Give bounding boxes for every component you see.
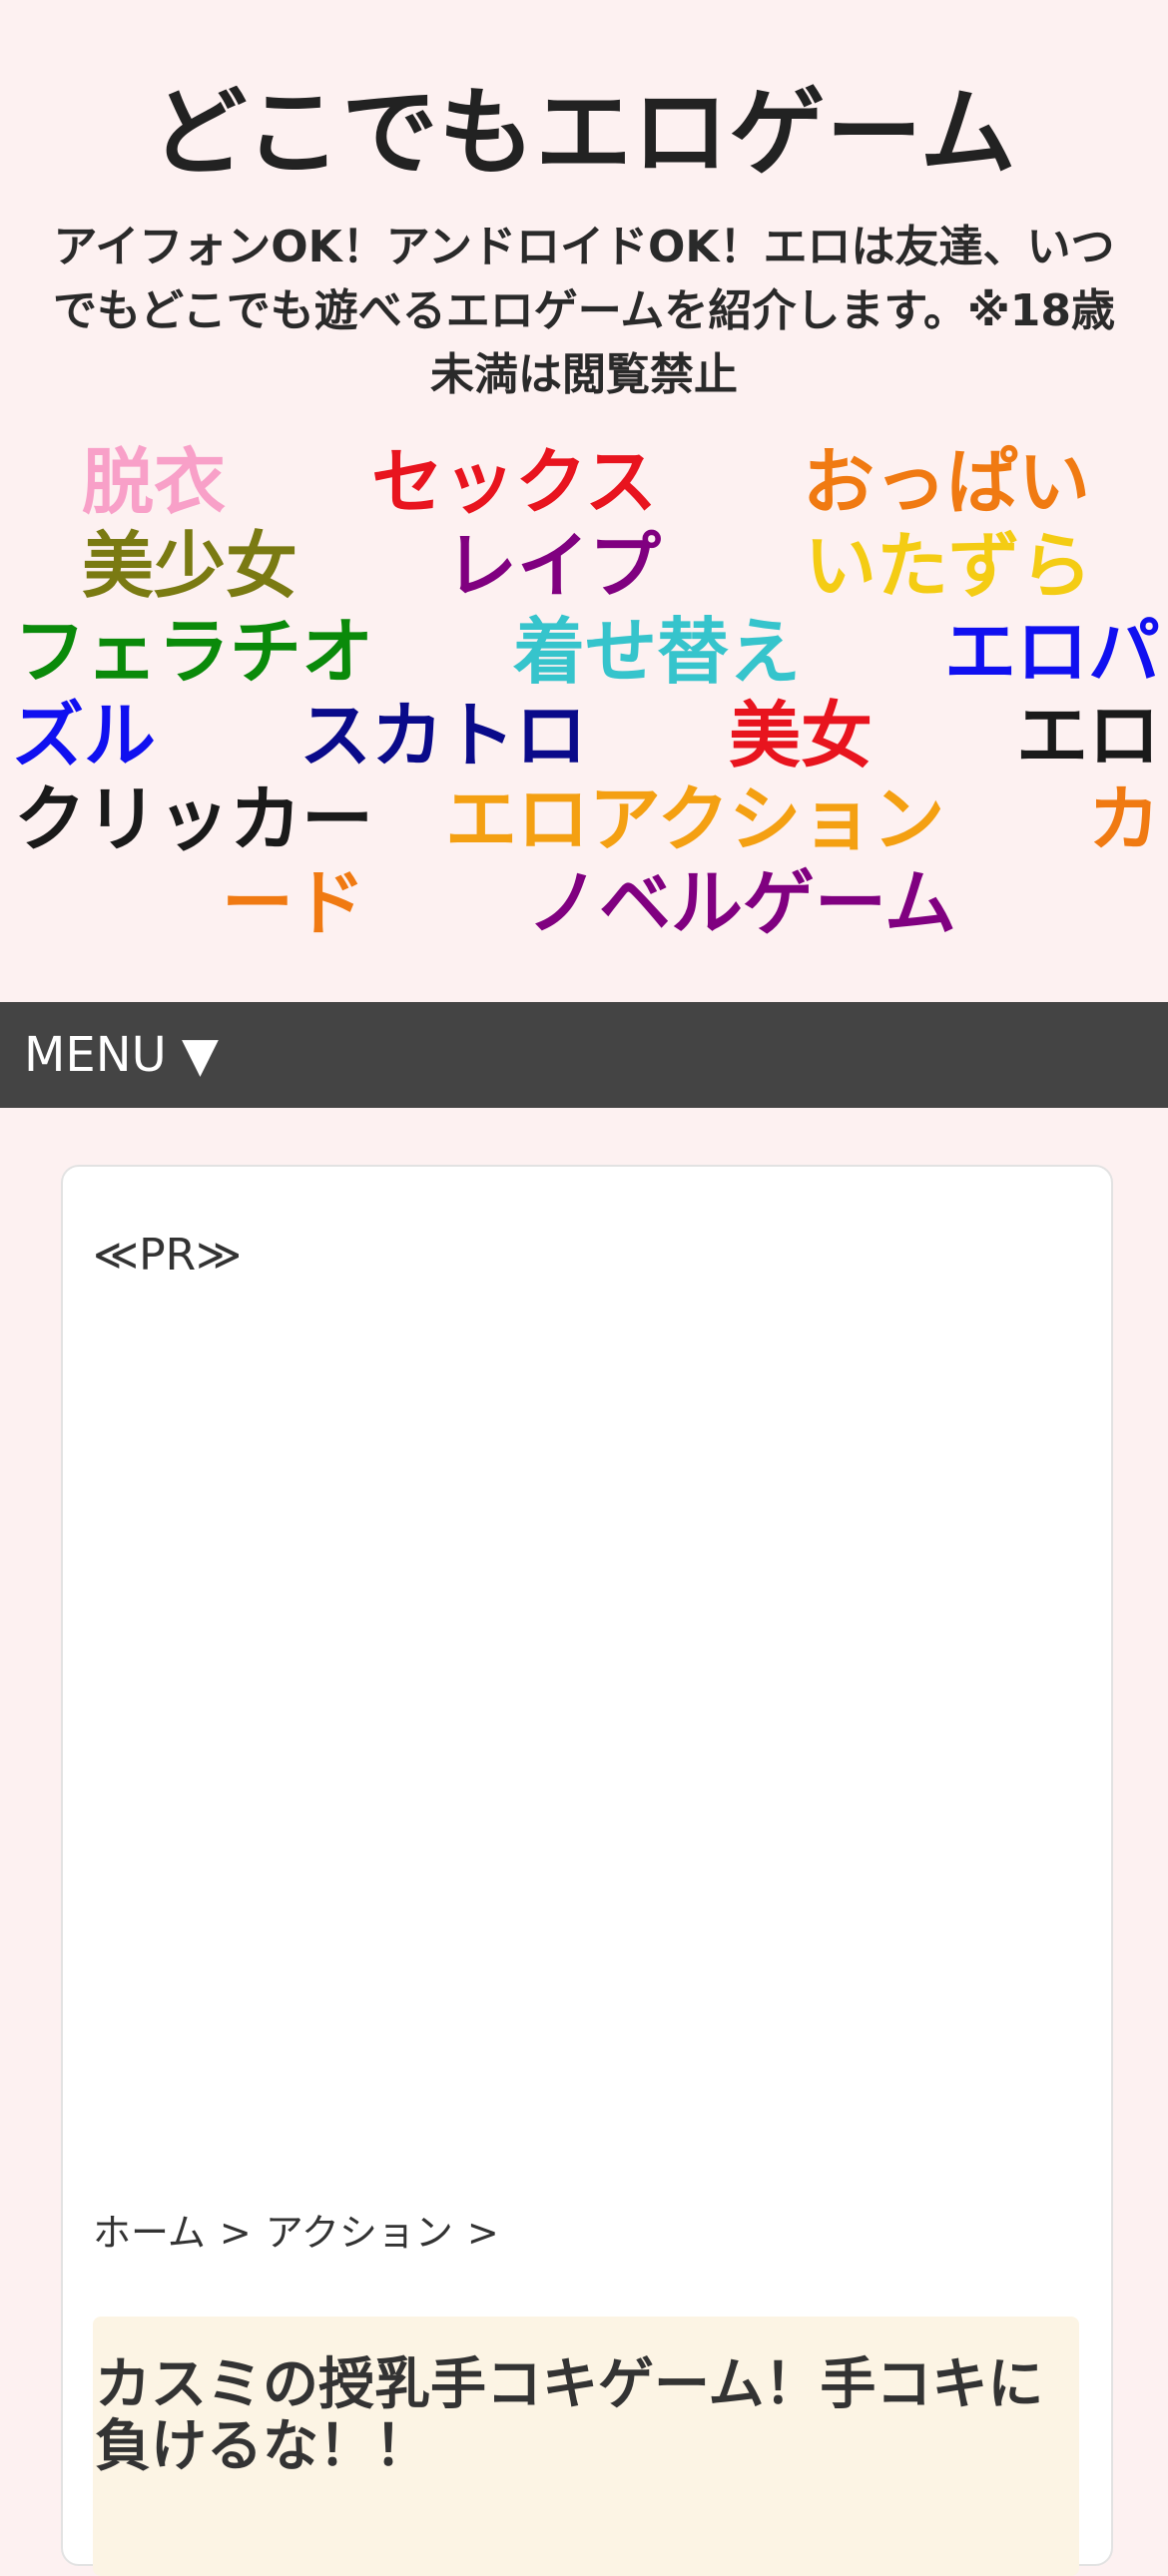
- article-card: ≪PR≫ ホーム > アクション > カスミの授乳手コキゲーム！手コキに負けるな！！: [61, 1165, 1113, 2576]
- category-link-datsui[interactable]: 脱衣: [82, 437, 226, 527]
- category-link-novel-game[interactable]: ノベルゲーム: [527, 858, 956, 948]
- category-link-scatology[interactable]: スカトロ: [299, 691, 587, 780]
- tagline-line: 未満は閲覧禁止: [430, 349, 738, 400]
- category-link-ero-puzzle-cont[interactable]: ズル: [12, 691, 156, 780]
- site-title[interactable]: どこでもエロゲーム: [0, 78, 1168, 188]
- category-link-ero-puzzle[interactable]: エロパ: [944, 607, 1160, 697]
- breadcrumb-action[interactable]: アクション: [266, 2211, 453, 2255]
- category-link-card[interactable]: カ: [1088, 774, 1160, 864]
- breadcrumb: ホーム > アクション >: [93, 2208, 513, 2258]
- site-header: どこでもエロゲーム アイフォンOK！アンドロイドOK！エロは友達、いつ でもどこ…: [0, 0, 1168, 407]
- category-link-kisekae[interactable]: 着せ替え: [513, 607, 801, 697]
- category-link-bishoujo[interactable]: 美少女: [82, 521, 297, 611]
- category-link-fellatio[interactable]: フェラチオ: [14, 607, 373, 697]
- category-link-ero-clicker[interactable]: エロ: [1016, 691, 1160, 780]
- tagline-line: でもどこでも遊べるエロゲームを紹介します。※18歳: [52, 285, 1116, 336]
- site-tagline: アイフォンOK！アンドロイドOK！エロは友達、いつ でもどこでも遊べるエロゲーム…: [0, 216, 1168, 407]
- category-links: 脱衣 セックス おっぱい 美少女 レイプ いたずら フェラチオ 着せ替え エロパ…: [0, 431, 1168, 950]
- breadcrumb-separator: >: [219, 2211, 252, 2255]
- article-title-box: カスミの授乳手コキゲーム！手コキに負けるな！！: [93, 2317, 1079, 2576]
- breadcrumb-separator: >: [466, 2211, 499, 2255]
- category-link-itazura[interactable]: いたずら: [805, 521, 1092, 611]
- category-link-oppai[interactable]: おっぱい: [803, 437, 1090, 527]
- category-link-rape[interactable]: レイプ: [445, 521, 661, 611]
- pr-label: ≪PR≫: [93, 1230, 243, 1281]
- menu-bar: MENU ▼: [0, 1002, 1168, 1108]
- menu-toggle[interactable]: MENU ▼: [24, 1026, 219, 1084]
- article-title: カスミの授乳手コキゲーム！手コキに負けるな！！: [95, 2352, 1044, 2479]
- tagline-line: アイフォンOK！アンドロイドOK！エロは友達、いつ: [53, 222, 1115, 272]
- category-link-card-cont[interactable]: ード: [222, 858, 365, 948]
- category-link-ero-clicker-cont[interactable]: クリッカー: [14, 774, 373, 864]
- category-link-bijo[interactable]: 美女: [729, 691, 873, 780]
- breadcrumb-home[interactable]: ホーム: [93, 2211, 206, 2255]
- category-link-sex[interactable]: セックス: [371, 437, 657, 527]
- category-link-ero-action[interactable]: エロアクション: [445, 774, 944, 864]
